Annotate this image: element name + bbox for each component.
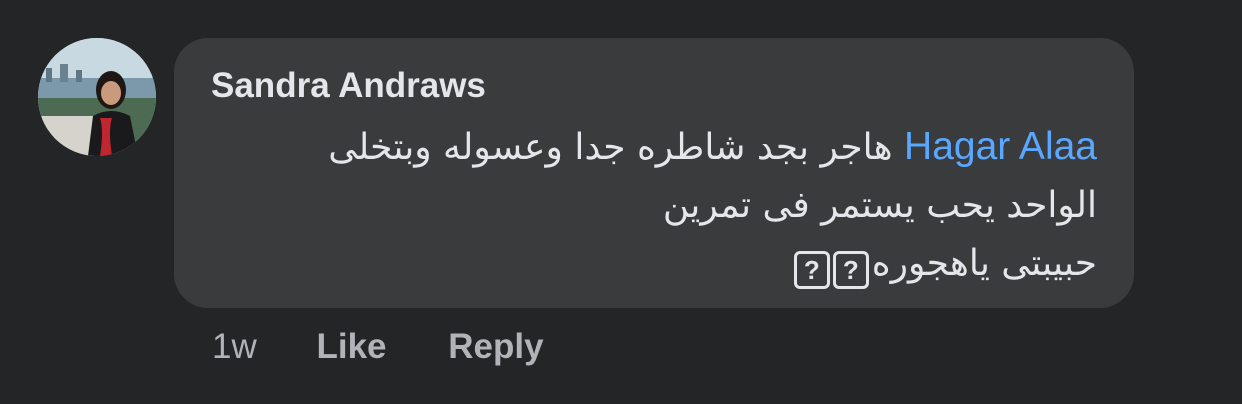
reply-button[interactable]: Reply xyxy=(448,324,543,370)
comment-timestamp[interactable]: 1w xyxy=(212,324,257,370)
comment-author[interactable]: Sandra Andraws xyxy=(211,64,486,108)
missing-emoji-icon: ? xyxy=(832,251,869,289)
comment-body: Hagar Alaa هاجر بجد شاطره جدا وعسوله وبت… xyxy=(211,118,1097,293)
avatar-photo-icon xyxy=(38,38,156,156)
avatar[interactable] xyxy=(38,38,156,156)
comment-line-3: حبيبتى ياهجوره?? xyxy=(211,235,1097,293)
like-button[interactable]: Like xyxy=(316,324,386,370)
comment-actions: 1w Like Reply xyxy=(212,324,544,370)
mention-link[interactable]: Hagar Alaa xyxy=(904,125,1097,168)
comment-bubble: Sandra Andraws Hagar Alaa هاجر بجد شاطره… xyxy=(174,38,1134,308)
comment-line-1-text: هاجر بجد شاطره جدا وعسوله وبتخلى xyxy=(328,127,893,168)
comment-line-2: الواحد يحب يستمر فى تمرين xyxy=(662,185,1097,226)
comment: Sandra Andraws Hagar Alaa هاجر بجد شاطره… xyxy=(38,38,1138,308)
comment-line-3-text: حبيبتى ياهجوره xyxy=(871,243,1097,284)
missing-emoji-icon: ? xyxy=(793,251,830,289)
comment-line-1: Hagar Alaa هاجر بجد شاطره جدا وعسوله وبت… xyxy=(211,118,1097,177)
